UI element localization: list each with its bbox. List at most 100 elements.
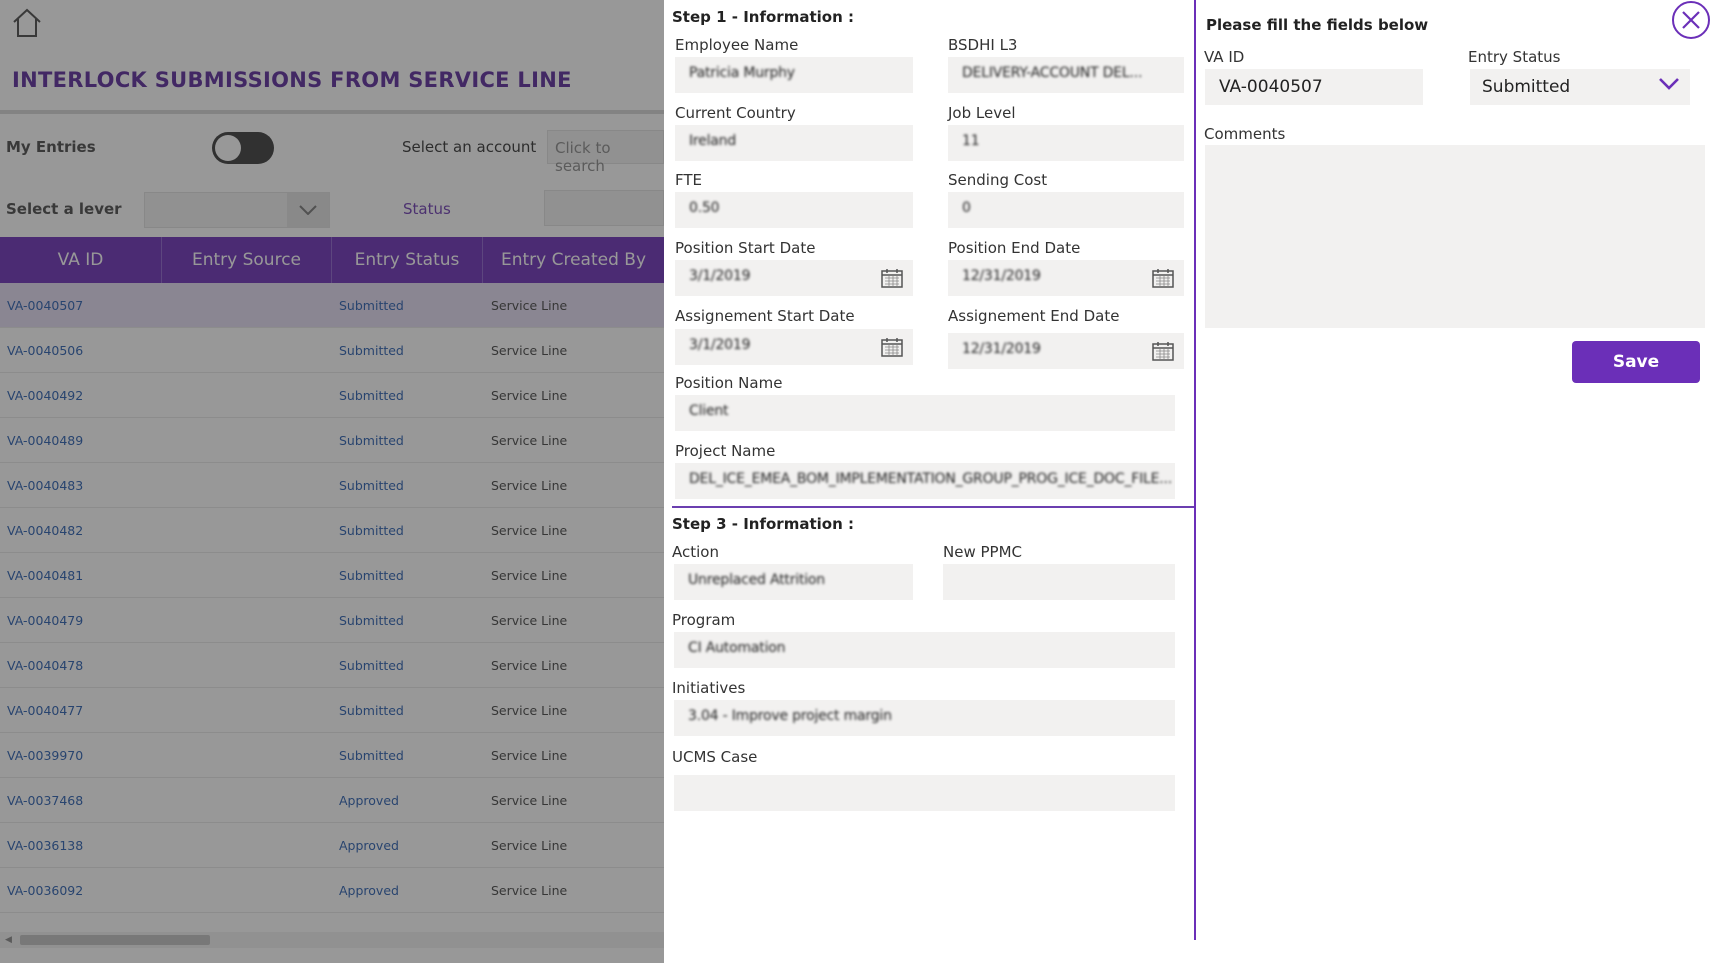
table-row[interactable]: VA-0040481 Submitted Service Line <box>0 553 664 598</box>
entry-created-by-cell: Service Line <box>491 883 568 898</box>
table-row[interactable]: VA-0040482 Submitted Service Line <box>0 508 664 553</box>
va-id-field[interactable]: VA-0040507 <box>1205 69 1423 105</box>
employee-name-field[interactable]: Patricia Murphy <box>675 57 913 93</box>
va-id-cell[interactable]: VA-0040492 <box>7 388 83 403</box>
assignment-end-date-field[interactable]: 12/31/2019 <box>948 333 1184 369</box>
scroll-left-icon[interactable]: ◀ <box>5 935 12 945</box>
bsdhi-field[interactable]: DELIVERY-ACCOUNT DEL... <box>948 57 1184 93</box>
table-row[interactable]: VA-0039970 Submitted Service Line <box>0 733 664 778</box>
va-id-cell[interactable]: VA-0037468 <box>7 793 83 808</box>
country-label: Current Country <box>675 104 796 122</box>
status-filter-input[interactable] <box>544 190 664 226</box>
entry-status-cell: Submitted <box>339 703 404 718</box>
va-id-cell[interactable]: VA-0040479 <box>7 613 83 628</box>
entry-created-by-cell: Service Line <box>491 298 568 313</box>
my-entries-toggle[interactable] <box>212 132 274 164</box>
va-id-cell[interactable]: VA-0036092 <box>7 883 83 898</box>
new-ppmc-field[interactable] <box>943 564 1175 600</box>
section-divider <box>672 506 1194 508</box>
initiatives-field[interactable]: 3.04 - Improve project margin <box>674 700 1175 736</box>
entry-status-cell: Submitted <box>339 388 404 403</box>
va-id-cell[interactable]: VA-0040478 <box>7 658 83 673</box>
assignment-start-date-field[interactable]: 3/1/2019 <box>675 329 913 365</box>
table-row[interactable]: VA-0040477 Submitted Service Line <box>0 688 664 733</box>
grid-body: VA-0040507 Submitted Service Line VA-004050… <box>0 283 664 913</box>
fte-field[interactable]: 0.50 <box>675 192 913 228</box>
save-button[interactable]: Save <box>1572 341 1700 383</box>
chevron-down-icon <box>1659 78 1679 90</box>
sending-cost-label: Sending Cost <box>948 171 1048 189</box>
table-row[interactable]: VA-0036138 Approved Service Line <box>0 823 664 868</box>
column-header-entry-source[interactable]: Entry Source <box>162 237 332 283</box>
entry-created-by-cell: Service Line <box>491 793 568 808</box>
page-title: INTERLOCK SUBMISSIONS FROM SERVICE LINE <box>12 68 572 92</box>
project-name-value: DEL_ICE_EMEA_BOM_IMPLEMENTATION_GROUP_PR… <box>689 471 1173 487</box>
account-search-input[interactable]: Click to search <box>547 130 664 175</box>
sending-cost-field[interactable]: 0 <box>948 192 1184 228</box>
action-label: Action <box>672 543 719 561</box>
program-field[interactable]: CI Automation <box>674 632 1175 668</box>
va-id-cell[interactable]: VA-0039970 <box>7 748 83 763</box>
entry-created-by-cell: Service Line <box>491 343 568 358</box>
project-name-field[interactable]: DEL_ICE_EMEA_BOM_IMPLEMENTATION_GROUP_PR… <box>675 463 1175 499</box>
va-id-cell[interactable]: VA-0040477 <box>7 703 83 718</box>
action-field[interactable]: Unreplaced Attrition <box>674 564 913 600</box>
table-row[interactable]: VA-0037468 Approved Service Line <box>0 778 664 823</box>
column-header-entry-created-by[interactable]: Entry Created By <box>483 237 664 283</box>
va-id-cell[interactable]: VA-0040489 <box>7 433 83 448</box>
table-row[interactable]: VA-0040489 Submitted Service Line <box>0 418 664 463</box>
table-row[interactable]: VA-0040483 Submitted Service Line <box>0 463 664 508</box>
ucms-case-field[interactable] <box>674 775 1175 811</box>
job-level-field[interactable]: 11 <box>948 125 1184 161</box>
va-id-cell[interactable]: VA-0040481 <box>7 568 83 583</box>
entry-created-by-cell: Service Line <box>491 388 568 403</box>
assignment-end-label: Assignement End Date <box>948 307 1120 325</box>
entry-created-by-cell: Service Line <box>491 748 568 763</box>
va-id-cell[interactable]: VA-0036138 <box>7 838 83 853</box>
table-row[interactable]: VA-0040506 Submitted Service Line <box>0 328 664 373</box>
calendar-icon[interactable] <box>1152 268 1174 288</box>
table-row[interactable]: VA-0036092 Approved Service Line <box>0 868 664 913</box>
position-start-date-field[interactable]: 3/1/2019 <box>675 260 913 296</box>
entry-status-cell: Submitted <box>339 478 404 493</box>
table-row[interactable]: VA-0040507 Submitted Service Line <box>0 283 664 328</box>
entry-created-by-cell: Service Line <box>491 838 568 853</box>
position-name-field[interactable]: Client <box>675 395 1175 431</box>
calendar-icon[interactable] <box>881 268 903 288</box>
project-name-label: Project Name <box>675 442 776 460</box>
toggle-knob <box>215 135 241 161</box>
divider <box>0 110 664 114</box>
entry-status-cell: Submitted <box>339 433 404 448</box>
account-label: Select an account <box>402 138 537 156</box>
job-level-label: Job Level <box>948 104 1016 122</box>
va-id-cell[interactable]: VA-0040507 <box>7 298 83 313</box>
bsdhi-value: DELIVERY-ACCOUNT DEL... <box>962 65 1143 81</box>
column-header-entry-status[interactable]: Entry Status <box>332 237 483 283</box>
my-entries-label: My Entries <box>6 138 96 156</box>
lever-dropdown[interactable] <box>144 192 330 228</box>
position-end-label: Position End Date <box>948 239 1081 257</box>
table-row[interactable]: VA-0040478 Submitted Service Line <box>0 643 664 688</box>
calendar-icon[interactable] <box>1152 341 1174 361</box>
home-icon[interactable] <box>10 6 44 40</box>
ucms-case-label: UCMS Case <box>672 748 758 766</box>
calendar-icon[interactable] <box>881 337 903 357</box>
country-field[interactable]: Ireland <box>675 125 913 161</box>
table-row[interactable]: VA-0040479 Submitted Service Line <box>0 598 664 643</box>
horizontal-scrollbar[interactable]: ◀ <box>0 932 664 948</box>
va-id-cell[interactable]: VA-0040482 <box>7 523 83 538</box>
column-header-va-id[interactable]: VA ID <box>0 237 162 283</box>
entry-created-by-cell: Service Line <box>491 478 568 493</box>
va-id-value: VA-0040507 <box>1219 77 1323 97</box>
close-button[interactable] <box>1672 1 1710 39</box>
table-row[interactable]: VA-0040492 Submitted Service Line <box>0 373 664 418</box>
comments-textarea[interactable] <box>1205 145 1705 328</box>
comments-label: Comments <box>1204 125 1286 143</box>
va-id-cell[interactable]: VA-0040506 <box>7 343 83 358</box>
scrollbar-thumb[interactable] <box>20 935 210 945</box>
va-id-cell[interactable]: VA-0040483 <box>7 478 83 493</box>
chevron-down-icon <box>287 193 329 227</box>
entry-status-dropdown[interactable]: Submitted <box>1470 69 1690 105</box>
position-end-date-field[interactable]: 12/31/2019 <box>948 260 1184 296</box>
position-start-label: Position Start Date <box>675 239 816 257</box>
